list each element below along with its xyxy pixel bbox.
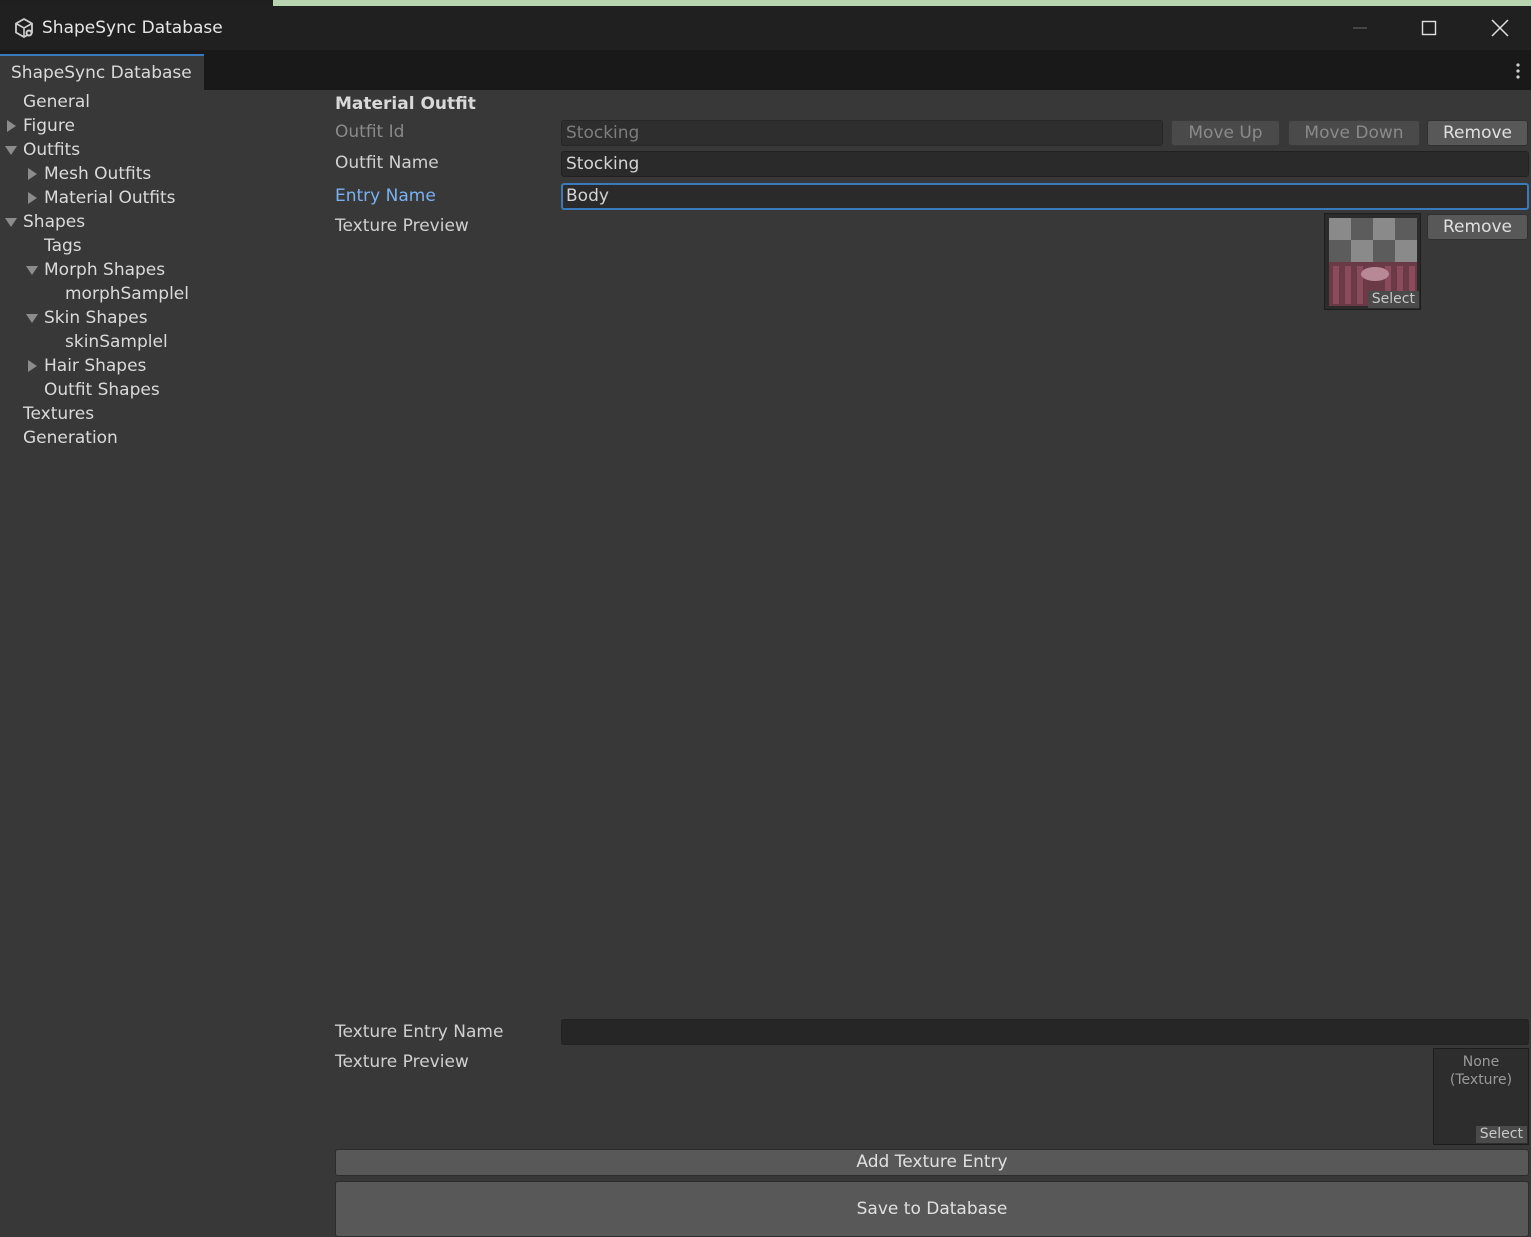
tree-item-label: Shapes xyxy=(23,212,86,232)
collapse-arrow-icon[interactable] xyxy=(26,266,38,275)
tree-item-label: Material Outfits xyxy=(44,188,176,208)
close-button[interactable] xyxy=(1470,6,1530,50)
tree-item-label: General xyxy=(23,92,90,112)
new-texture-preview-label: Texture Preview xyxy=(335,1052,469,1072)
outfit-name-label: Outfit Name xyxy=(335,153,439,173)
tree-item-generation[interactable]: Generation xyxy=(23,426,118,450)
minimize-button[interactable] xyxy=(1330,6,1390,50)
none-texture-text: None (Texture) xyxy=(1434,1053,1528,1089)
minimize-icon xyxy=(1353,27,1367,29)
tree-item-label: Outfit Shapes xyxy=(44,380,160,400)
remove-outfit-button[interactable]: Remove xyxy=(1427,120,1528,146)
move-up-button[interactable]: Move Up xyxy=(1171,120,1280,146)
tree-item-textures[interactable]: Textures xyxy=(23,402,94,426)
outfit-name-field[interactable]: Stocking xyxy=(561,151,1529,177)
move-down-button[interactable]: Move Down xyxy=(1288,120,1420,146)
tab-shapesync-database[interactable]: ShapeSync Database xyxy=(0,54,204,90)
tree-item-material-outfits[interactable]: Material Outfits xyxy=(44,186,176,210)
tree-item-outfit-shapes[interactable]: Outfit Shapes xyxy=(44,378,160,402)
tree-item-label: Tags xyxy=(44,236,82,256)
expand-arrow-icon[interactable] xyxy=(28,168,37,180)
tree-item-outfits[interactable]: Outfits xyxy=(23,138,80,162)
tree-item-morphsamplel[interactable]: morphSamplel xyxy=(65,282,189,306)
empty-texture-slot[interactable]: None (Texture) Select xyxy=(1433,1048,1529,1145)
more-options-icon[interactable] xyxy=(1515,62,1521,80)
tree-item-label: Mesh Outfits xyxy=(44,164,152,184)
tree-item-shapes[interactable]: Shapes xyxy=(23,210,85,234)
title-bar: ShapeSync Database xyxy=(0,6,1531,50)
tree-item-skin-shapes[interactable]: Skin Shapes xyxy=(44,306,148,330)
none-line: None xyxy=(1462,1054,1500,1070)
tree-item-label: Skin Shapes xyxy=(44,308,148,328)
tree-item-tags[interactable]: Tags xyxy=(44,234,82,258)
expand-arrow-icon[interactable] xyxy=(28,192,37,204)
texture-preview-label: Texture Preview xyxy=(335,216,469,236)
outfit-id-field: Stocking xyxy=(561,120,1163,146)
tree-item-label: Outfits xyxy=(23,140,81,160)
tree-item-label: Hair Shapes xyxy=(44,356,147,376)
tab-bar: ShapeSync Database xyxy=(0,50,1531,90)
remove-entry-button[interactable]: Remove xyxy=(1427,214,1528,240)
expand-arrow-icon[interactable] xyxy=(7,120,16,132)
close-icon xyxy=(1491,19,1509,37)
texture-type-line: (Texture) xyxy=(1449,1072,1513,1088)
section-title: Material Outfit xyxy=(335,94,476,114)
tree-item-label: Morph Shapes xyxy=(44,260,166,280)
collapse-arrow-icon[interactable] xyxy=(5,218,17,227)
window-title: ShapeSync Database xyxy=(42,18,223,38)
tree-item-label: Figure xyxy=(23,116,75,136)
unity-cube-icon xyxy=(15,17,33,39)
tree-item-general[interactable]: General xyxy=(23,90,90,114)
tree-item-mesh-outfits[interactable]: Mesh Outfits xyxy=(44,162,151,186)
tree-item-label: morphSamplel xyxy=(65,284,189,304)
tree-item-label: Generation xyxy=(23,428,118,448)
outfit-id-label: Outfit Id xyxy=(335,122,405,142)
select-new-texture-button[interactable]: Select xyxy=(1475,1126,1527,1143)
save-to-database-button[interactable]: Save to Database xyxy=(335,1181,1529,1237)
tree-item-label: Textures xyxy=(23,404,95,424)
entry-name-label: Entry Name xyxy=(335,186,436,206)
maximize-icon xyxy=(1421,20,1437,36)
texture-thumbnail[interactable]: Select xyxy=(1324,213,1421,310)
tree-item-skinsamplel[interactable]: skinSamplel xyxy=(65,330,168,354)
tree-item-morph-shapes[interactable]: Morph Shapes xyxy=(44,258,165,282)
maximize-button[interactable] xyxy=(1399,6,1459,50)
texture-entry-name-field[interactable] xyxy=(561,1019,1529,1045)
collapse-arrow-icon[interactable] xyxy=(26,314,38,323)
add-texture-entry-button[interactable]: Add Texture Entry xyxy=(335,1149,1529,1176)
collapse-arrow-icon[interactable] xyxy=(5,146,17,155)
tree-item-label: skinSamplel xyxy=(65,332,168,352)
texture-entry-name-label: Texture Entry Name xyxy=(335,1022,504,1042)
expand-arrow-icon[interactable] xyxy=(28,360,37,372)
tree-item-hair-shapes[interactable]: Hair Shapes xyxy=(44,354,146,378)
tree-item-figure[interactable]: Figure xyxy=(23,114,75,138)
entry-name-field[interactable]: Body xyxy=(561,183,1529,210)
select-texture-button[interactable]: Select xyxy=(1367,291,1419,308)
